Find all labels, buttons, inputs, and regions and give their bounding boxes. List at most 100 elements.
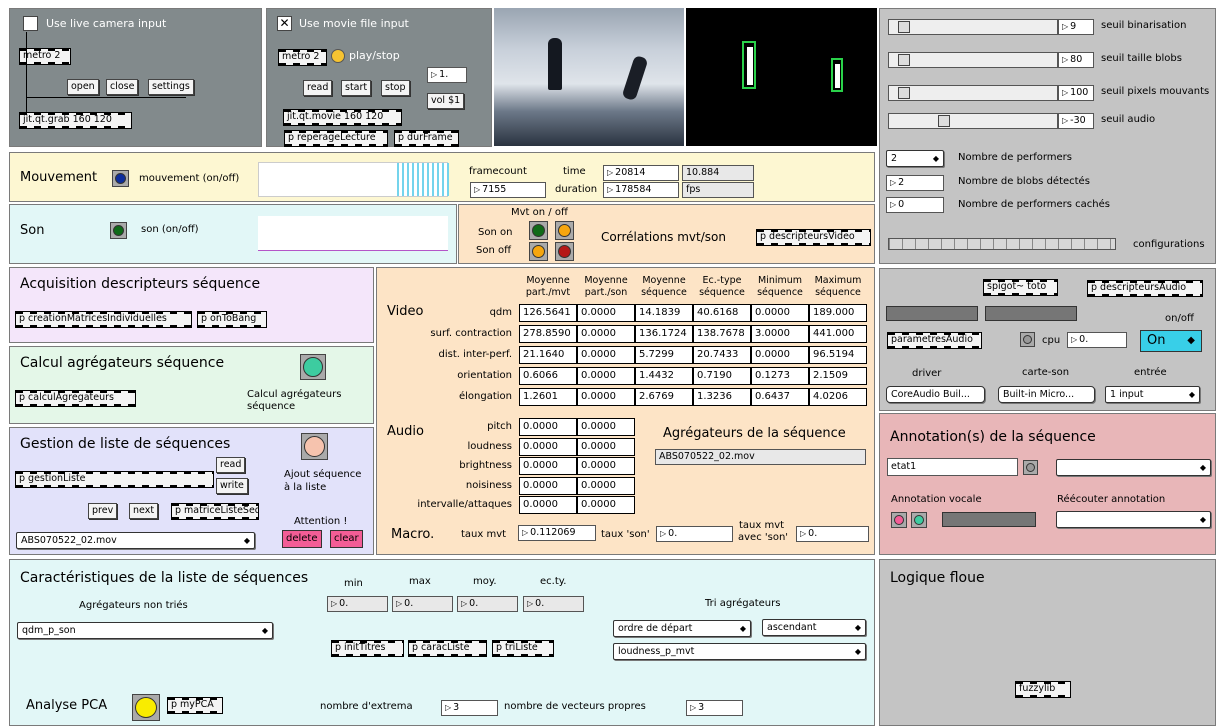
agg-non-tries-label: Agrégateurs non triés xyxy=(79,600,188,611)
value-seuil-audio[interactable]: ▷ -30 xyxy=(1058,113,1094,129)
son-toggle[interactable] xyxy=(110,222,127,239)
calcul-bang-button[interactable] xyxy=(300,354,326,380)
ajout-bang-button[interactable] xyxy=(301,433,328,460)
durframe-object[interactable]: p durFrame xyxy=(394,130,459,147)
camera-toggle[interactable] xyxy=(23,16,38,31)
read-list-button[interactable]: read xyxy=(216,457,246,473)
annotation-toggle[interactable] xyxy=(1023,460,1038,475)
slider-seuil-audio[interactable] xyxy=(888,113,1058,129)
duration-number[interactable]: ▷ 178584 xyxy=(603,182,679,198)
table-cell: 0.0000 xyxy=(751,304,809,322)
macro-title: Macro. xyxy=(391,527,435,542)
caract-title: Caractéristiques de la liste de séquence… xyxy=(20,570,309,586)
son-off-label: Son off xyxy=(476,245,511,256)
ordre-select[interactable]: ordre de départ ◆ xyxy=(613,620,751,637)
video-title: Video xyxy=(387,304,424,319)
slider-seuil-binarisation[interactable] xyxy=(888,19,1058,35)
video-preview xyxy=(494,8,684,146)
value-seuil-binarisation[interactable]: ▷ 9 xyxy=(1058,19,1094,35)
son-on-label: Son on xyxy=(478,227,513,238)
tri-liste-object[interactable]: p triListe xyxy=(492,640,554,657)
creation-matrices-object[interactable]: p creationMatricesIndividuelles xyxy=(15,311,192,328)
driver-select[interactable]: CoreAudio Buil... xyxy=(886,386,985,403)
matrice-liste-object[interactable]: p matriceListeSeq xyxy=(171,503,259,520)
open-button[interactable]: open xyxy=(67,79,99,95)
volume-number[interactable]: ▷ 1. xyxy=(427,67,467,83)
extrema-number[interactable]: ▷ 3 xyxy=(441,700,498,716)
stop-button[interactable]: stop xyxy=(381,80,410,96)
cpu-toggle[interactable] xyxy=(1020,332,1035,347)
dsp-on-select[interactable]: On ◆ xyxy=(1140,330,1202,352)
descripteurs-audio-object[interactable]: p descripteursAudio xyxy=(1087,280,1203,297)
taux-son-number[interactable]: ▷ 0. xyxy=(656,526,733,542)
reecouter-select[interactable]: ◆ xyxy=(1056,511,1211,528)
movie-metro-object[interactable]: metro 2 xyxy=(278,49,327,66)
spigot-object[interactable]: spigot~ toto xyxy=(983,279,1058,296)
taux-avec-number[interactable]: ▷ 0. xyxy=(796,526,869,542)
init-titres-object[interactable]: p initTitres xyxy=(331,640,404,657)
gestion-title: Gestion de liste de séquences xyxy=(20,436,231,452)
value-seuil-pixels-mouvants[interactable]: ▷ 100 xyxy=(1058,85,1094,101)
carac-liste-object[interactable]: p caracListe xyxy=(408,640,487,657)
tri-label: Tri agrégateurs xyxy=(705,598,781,609)
descripteurs-video-object[interactable]: p descripteursVideo xyxy=(756,229,871,246)
table-cell: 1.3236 xyxy=(693,388,751,406)
prev-button[interactable]: prev xyxy=(88,503,118,519)
delete-button[interactable]: delete xyxy=(282,530,322,548)
slider-seuil-taille-blobs[interactable] xyxy=(888,52,1058,68)
table-cell: 1.2601 xyxy=(519,388,577,406)
hidden-count-number[interactable]: ▷ 0 xyxy=(886,197,944,213)
vecteurs-number[interactable]: ▷ 3 xyxy=(686,700,743,716)
ontobang-object[interactable]: p onToBang xyxy=(197,311,267,328)
settings-button[interactable]: settings xyxy=(148,79,194,95)
ascendant-select[interactable]: ascendant ◆ xyxy=(762,619,866,636)
clear-button[interactable]: clear xyxy=(330,530,363,548)
mouvement-toggle[interactable] xyxy=(112,170,129,187)
blob-preview xyxy=(686,8,877,146)
write-list-button[interactable]: write xyxy=(216,478,248,494)
slider-seuil-pixels-mouvants[interactable] xyxy=(888,85,1058,101)
agg-non-tries-select[interactable]: qdm_p_son ◆ xyxy=(17,622,273,639)
parametres-audio-object[interactable]: parametresAudio xyxy=(887,332,982,349)
grab-object[interactable]: jit.qt.grab 160 120 xyxy=(19,112,132,129)
agg-file: ABS070522_02.mov xyxy=(655,449,866,465)
fuzzylib-object[interactable]: fuzzylib xyxy=(1015,681,1071,698)
calcul-agregateurs-object[interactable]: p calculAgregateurs xyxy=(15,390,136,407)
agg-title: Agrégateurs de la séquence xyxy=(663,426,846,441)
read-button[interactable]: read xyxy=(303,80,333,96)
close-button[interactable]: close xyxy=(106,79,139,95)
taux-mvt-number[interactable]: ▷ 0.112069 xyxy=(518,525,596,541)
performers-count-label: Nombre de performers xyxy=(958,152,1072,163)
carte-select[interactable]: Built-in Micro... xyxy=(998,386,1095,403)
performers-count-select[interactable]: 2 ◆ xyxy=(886,150,944,167)
camera-panel: Use live camera input metro 2 open close… xyxy=(9,8,262,147)
time-number[interactable]: ▷ 20814 xyxy=(603,165,679,181)
play-voice-button[interactable] xyxy=(911,512,927,528)
record-voice-button[interactable] xyxy=(891,512,907,528)
reperage-object[interactable]: p reperageLecture xyxy=(284,130,388,147)
driver-label: driver xyxy=(912,368,942,379)
mypca-object[interactable]: p myPCA xyxy=(167,697,223,714)
framecount-number[interactable]: ▷ 7155 xyxy=(470,182,546,198)
annotation-input[interactable]: etat1 xyxy=(887,458,1018,476)
play-stop-toggle[interactable] xyxy=(331,49,345,63)
next-button[interactable]: next xyxy=(129,503,159,519)
moy-number: ▷ 0. xyxy=(457,596,518,612)
entree-select[interactable]: 1 input ◆ xyxy=(1105,386,1200,403)
annotation-title: Annotation(s) de la séquence xyxy=(890,429,1096,445)
stats-column-header: Moyenne part./son xyxy=(584,275,628,298)
pca-bang-button[interactable] xyxy=(132,694,160,721)
gestion-liste-object[interactable]: p gestionListe xyxy=(15,471,214,488)
value-seuil-taille-blobs[interactable]: ▷ 80 xyxy=(1058,52,1094,68)
sequence-file-select[interactable]: ABS070522_02.mov ◆ xyxy=(16,532,255,549)
ajout-label: Ajout séquence à la liste xyxy=(284,469,362,493)
movie-toggle[interactable]: ✕ xyxy=(277,16,292,31)
taux-avec-label-1: taux mvt xyxy=(739,520,785,531)
configurations-preset[interactable] xyxy=(888,238,1116,250)
blobs-count-number[interactable]: ▷ 2 xyxy=(886,175,944,191)
vol-message[interactable]: vol $1 xyxy=(427,93,465,109)
start-button[interactable]: start xyxy=(341,80,372,96)
loudness-select[interactable]: loudness_p_mvt ◆ xyxy=(613,643,866,660)
qtmovie-object[interactable]: jit.qt.movie 160 120 xyxy=(283,109,402,126)
annotation-select[interactable]: ◆ xyxy=(1056,459,1211,476)
